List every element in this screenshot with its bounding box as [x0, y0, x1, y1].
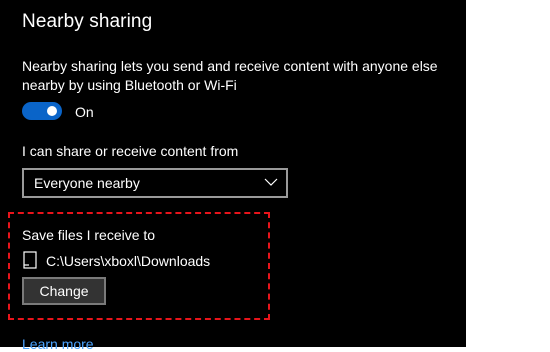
change-button[interactable]: Change — [22, 277, 106, 305]
share-from-dropdown[interactable]: Everyone nearby — [22, 168, 288, 198]
toggle-state-label: On — [75, 104, 94, 120]
dropdown-selected-value: Everyone nearby — [34, 175, 140, 191]
settings-panel: Nearby sharing Nearby sharing lets you s… — [0, 0, 466, 352]
save-location-path: C:\Users\xboxl\Downloads — [46, 253, 211, 269]
chevron-down-icon — [264, 178, 278, 186]
save-location-label: Save files I receive to — [22, 227, 156, 243]
nearby-sharing-toggle[interactable] — [22, 102, 62, 120]
share-from-label: I can share or receive content from — [22, 143, 239, 159]
toggle-knob — [47, 106, 57, 116]
page-title: Nearby sharing — [22, 11, 153, 32]
folder-icon — [23, 251, 37, 269]
description-text: Nearby sharing lets you send and receive… — [22, 58, 438, 93]
window-background — [466, 0, 550, 347]
learn-more-link[interactable]: Learn more — [22, 336, 94, 352]
